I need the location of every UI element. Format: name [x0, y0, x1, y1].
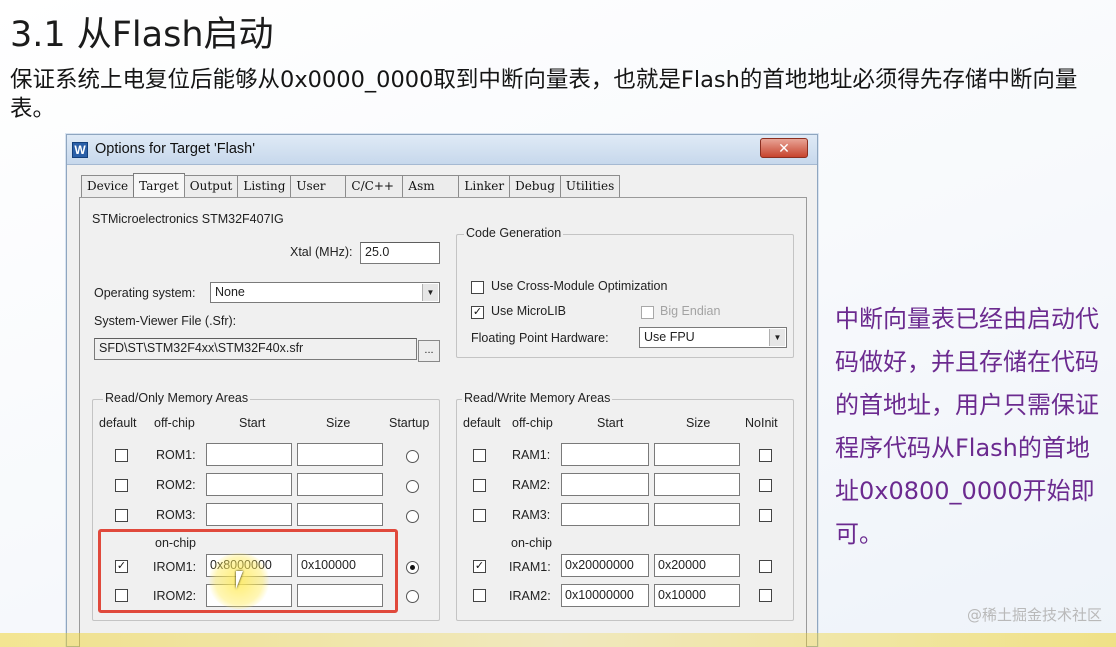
iram1-default-checkbox[interactable]: ✓	[473, 560, 486, 573]
dialog-title: Options for Target 'Flash'	[95, 141, 256, 157]
ro-header-startup: Startup	[389, 416, 430, 430]
ram3-size-input[interactable]	[654, 503, 740, 526]
rom3-default-checkbox[interactable]	[115, 509, 128, 522]
ram3-label: RAM3:	[512, 508, 551, 522]
rw-header-offchip: off-chip	[512, 416, 553, 430]
xtal-label: Xtal (MHz):	[290, 245, 353, 259]
rw-memory-group: Read/Write Memory Areas default off-chip…	[456, 391, 794, 621]
iram2-start-input[interactable]: 0x10000000	[561, 584, 649, 607]
tab-user[interactable]: User	[290, 175, 347, 197]
tab-strip: Device Target Output Listing User C/C++ Asm Lin…	[81, 173, 621, 198]
side-note-text: 中断向量表已经由启动代码做好，并且存储在代码的首地址，用户只需保证程序代码从Fl…	[835, 305, 1099, 548]
tab-device[interactable]: Device	[81, 175, 135, 197]
iram2-label: IRAM2:	[509, 589, 551, 603]
os-label: Operating system:	[94, 286, 196, 300]
code-generation-group: Code Generation Use Cross-Module Optimiz…	[456, 226, 794, 358]
tab-target[interactable]: Target	[133, 173, 185, 198]
browse-button[interactable]: ...	[418, 340, 440, 362]
rom3-start-input[interactable]	[206, 503, 292, 526]
ram3-noinit-checkbox[interactable]	[759, 509, 772, 522]
rw-memory-title: Read/Write Memory Areas	[462, 391, 613, 405]
rom1-startup-radio[interactable]	[406, 450, 419, 463]
iram2-size-input[interactable]: 0x10000	[654, 584, 740, 607]
iram1-size-input[interactable]: 0x20000	[654, 554, 740, 577]
xtal-input[interactable]: 25.0	[360, 242, 440, 264]
ro-header-start: Start	[239, 416, 266, 430]
tab-asm[interactable]: Asm	[402, 175, 460, 197]
irom2-startup-radio[interactable]	[406, 590, 419, 603]
slide-body-text: 保证系统上电复位后能够从0x0000_0000取到中断向量表，也就是Flash的…	[10, 67, 1078, 122]
rom2-label: ROM2:	[156, 478, 196, 492]
microlib-label: Use MicroLIB	[491, 304, 567, 318]
sfr-path-field[interactable]: SFD\ST\STM32F4xx\STM32F40x.sfr	[94, 338, 417, 360]
ram2-label: RAM2:	[512, 478, 551, 492]
ram2-size-input[interactable]	[654, 473, 740, 496]
rw-header-default: default	[463, 416, 501, 430]
iram2-noinit-checkbox[interactable]	[759, 589, 772, 602]
watermark-text: @稀土掘金技术社区	[966, 606, 1102, 624]
fp-hardware-label: Floating Point Hardware:	[471, 331, 609, 345]
fp-hardware-select[interactable]: Use FPU ▼	[639, 327, 787, 348]
rom1-default-checkbox[interactable]	[115, 449, 128, 462]
rom3-label: ROM3:	[156, 508, 196, 522]
os-select-value: None	[215, 285, 245, 299]
tab-debug[interactable]: Debug	[509, 175, 561, 197]
chevron-down-icon: ▼	[769, 329, 785, 346]
irom1-startup-radio[interactable]	[406, 561, 419, 574]
rom2-default-checkbox[interactable]	[115, 479, 128, 492]
ram1-size-input[interactable]	[654, 443, 740, 466]
microlib-checkbox[interactable]: ✓	[471, 306, 484, 319]
ram1-noinit-checkbox[interactable]	[759, 449, 772, 462]
ram1-label: RAM1:	[512, 448, 551, 462]
iram1-label: IRAM1:	[509, 560, 551, 574]
rw-header-size: Size	[686, 416, 711, 430]
ro-header-size: Size	[326, 416, 351, 430]
cross-module-checkbox[interactable]	[471, 281, 484, 294]
fp-hardware-value: Use FPU	[644, 330, 695, 344]
irom-highlight-box	[98, 529, 398, 613]
ram1-start-input[interactable]	[561, 443, 649, 466]
rom3-startup-radio[interactable]	[406, 510, 419, 523]
tab-output[interactable]: Output	[183, 175, 239, 197]
ram2-default-checkbox[interactable]	[473, 479, 486, 492]
ram3-default-checkbox[interactable]	[473, 509, 486, 522]
big-endian-checkbox[interactable]	[641, 306, 654, 319]
rom1-size-input[interactable]	[297, 443, 383, 466]
cross-module-label: Use Cross-Module Optimization	[491, 279, 668, 293]
ram1-default-checkbox[interactable]	[473, 449, 486, 462]
device-name: STMicroelectronics STM32F407IG	[92, 212, 284, 226]
tab-linker[interactable]: Linker	[458, 175, 511, 197]
rom3-size-input[interactable]	[297, 503, 383, 526]
tab-c-cpp[interactable]: C/C++	[345, 175, 404, 197]
rom2-start-input[interactable]	[206, 473, 292, 496]
ro-memory-title: Read/Only Memory Areas	[103, 391, 251, 405]
dialog-titlebar[interactable]: W Options for Target 'Flash' ✕	[67, 135, 817, 165]
bottom-subtitle-strip	[0, 633, 1116, 647]
rw-header-noinit: NoInit	[745, 416, 778, 430]
rom2-size-input[interactable]	[297, 473, 383, 496]
ro-header-offchip: off-chip	[154, 416, 195, 430]
iram2-default-checkbox[interactable]	[473, 589, 486, 602]
rom2-startup-radio[interactable]	[406, 480, 419, 493]
tab-listing[interactable]: Listing	[237, 175, 292, 197]
sfr-label: System-Viewer File (.Sfr):	[94, 314, 237, 328]
ram3-start-input[interactable]	[561, 503, 649, 526]
ro-header-default: default	[99, 416, 137, 430]
rom1-label: ROM1:	[156, 448, 196, 462]
tab-utilities[interactable]: Utilities	[559, 175, 621, 197]
big-endian-label: Big Endian	[660, 304, 721, 318]
iram1-start-input[interactable]: 0x20000000	[561, 554, 649, 577]
iram1-noinit-checkbox[interactable]	[759, 560, 772, 573]
chevron-down-icon: ▼	[422, 284, 438, 301]
slide-title: 3.1 从Flash启动	[10, 15, 274, 55]
keil-app-icon: W	[72, 142, 88, 158]
rw-onchip-label: on-chip	[511, 536, 552, 550]
ram2-start-input[interactable]	[561, 473, 649, 496]
rw-header-start: Start	[597, 416, 624, 430]
code-generation-title: Code Generation	[464, 226, 564, 240]
ram2-noinit-checkbox[interactable]	[759, 479, 772, 492]
close-button[interactable]: ✕	[760, 138, 808, 158]
os-select[interactable]: None ▼	[210, 282, 440, 303]
rom1-start-input[interactable]	[206, 443, 292, 466]
